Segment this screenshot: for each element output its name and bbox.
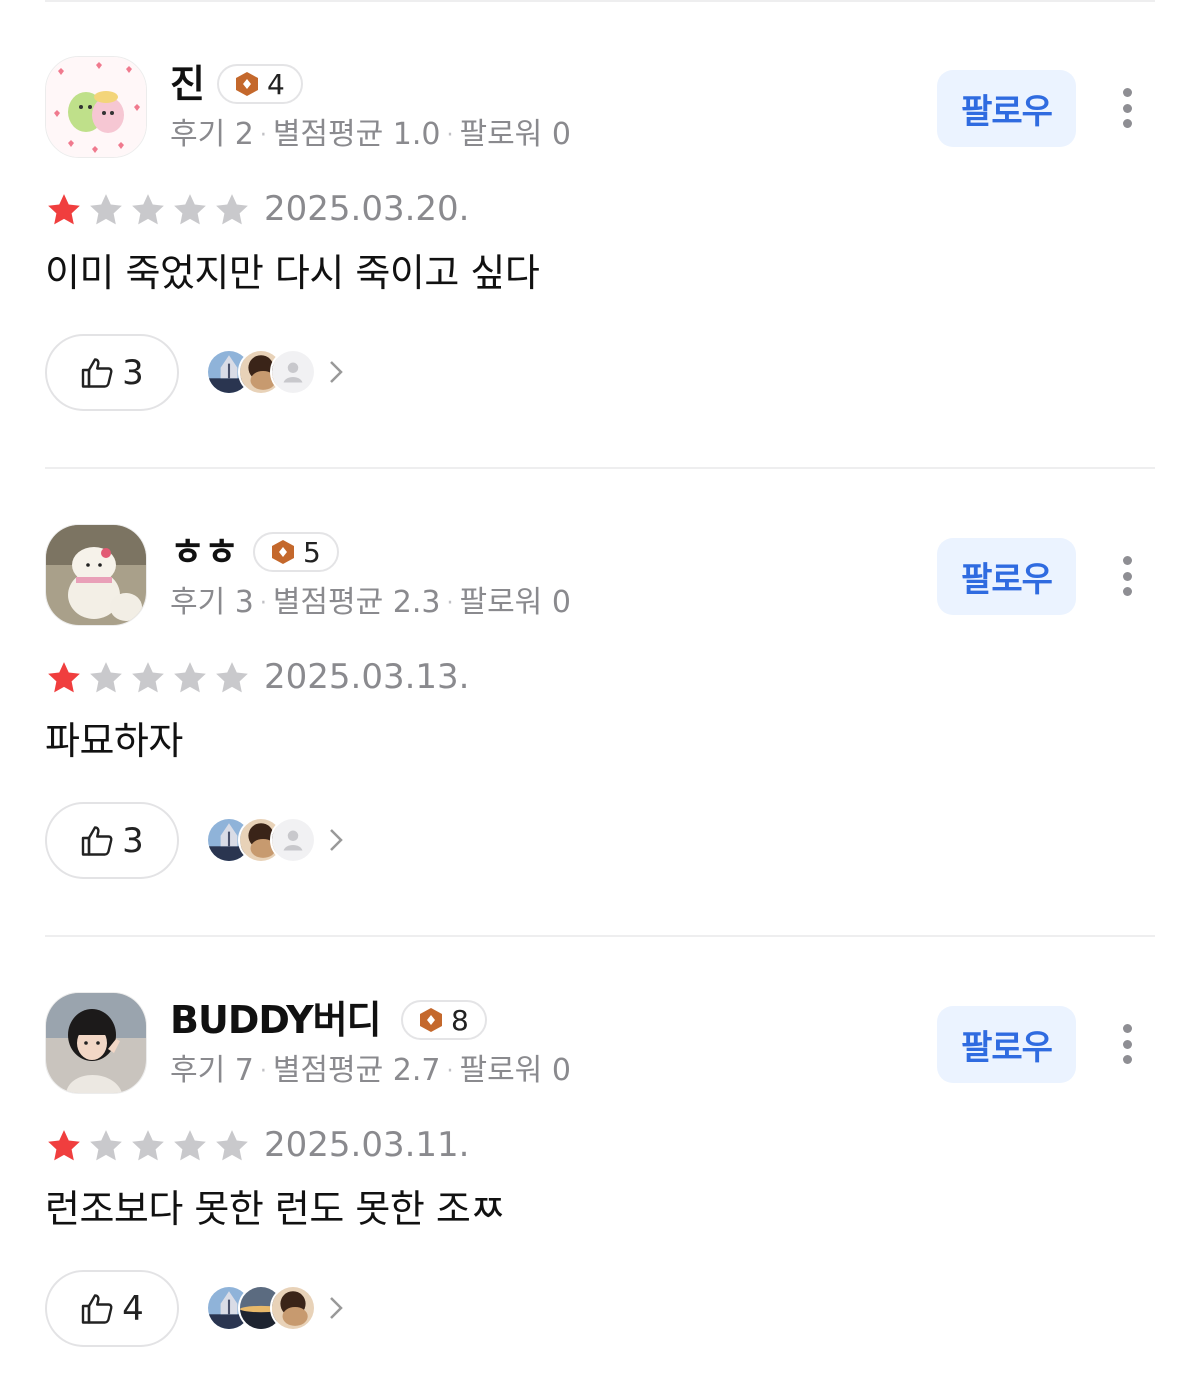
- star-filled-icon: [48, 1130, 80, 1161]
- star-empty-icon: [216, 1130, 248, 1161]
- level-badge: 8: [401, 1000, 487, 1040]
- more-options-icon[interactable]: [1110, 82, 1144, 134]
- star-filled-icon: [48, 662, 80, 693]
- avatar[interactable]: [45, 56, 147, 158]
- star-empty-icon: [90, 1130, 122, 1161]
- liker-avatar: [270, 349, 316, 395]
- level-icon: [420, 1008, 442, 1032]
- chevron-right-icon: [330, 829, 343, 851]
- review-date: 2025.03.20.: [264, 189, 470, 229]
- star-rating: [45, 191, 251, 229]
- liker-avatars[interactable]: [206, 817, 346, 863]
- level-value: 5: [303, 535, 321, 569]
- level-badge: 4: [217, 64, 303, 104]
- star-rating: [45, 1127, 251, 1165]
- level-value: 4: [267, 67, 285, 101]
- like-count: 4: [122, 1288, 144, 1329]
- avatar[interactable]: [45, 524, 147, 626]
- more-options-icon[interactable]: [1110, 550, 1144, 602]
- star-empty-icon: [132, 1130, 164, 1161]
- level-badge: 5: [253, 532, 339, 572]
- level-icon: [272, 540, 294, 564]
- star-empty-icon: [216, 194, 248, 225]
- star-empty-icon: [174, 662, 206, 693]
- star-empty-icon: [174, 194, 206, 225]
- liker-avatars[interactable]: [206, 349, 346, 395]
- avatar[interactable]: [45, 992, 147, 1094]
- star-rating: [45, 659, 251, 697]
- star-empty-icon: [132, 662, 164, 693]
- review-count: 후기 7: [170, 1053, 254, 1088]
- review-item: BUDDY버디 8 후기 7 · 별점평균 2.7 · 팔로워 0 팔로우 2025.0…: [0, 936, 1200, 1356]
- follow-button[interactable]: 팔로우: [937, 70, 1076, 147]
- reviewer-meta: 후기 7 · 별점평균 2.7 · 팔로워 0: [170, 1053, 571, 1088]
- review-count: 후기 3: [170, 585, 254, 620]
- liker-avatars[interactable]: [206, 1285, 346, 1331]
- star-empty-icon: [90, 194, 122, 225]
- rating-average: 별점평균 1.0: [272, 117, 441, 152]
- follow-button[interactable]: 팔로우: [937, 1006, 1076, 1083]
- review-text: 런조보다 못한 런도 못한 조ㅉ: [45, 1187, 505, 1231]
- star-empty-icon: [132, 194, 164, 225]
- chevron-right-icon: [330, 1297, 343, 1319]
- review-text: 이미 죽었지만 다시 죽이고 싶다: [45, 251, 540, 295]
- like-button[interactable]: 3: [45, 802, 179, 879]
- review-item: 진 4 후기 2 · 별점평균 1.0 · 팔로워 0 팔로우 2025.03.20. …: [0, 0, 1200, 420]
- review-text: 파묘하자: [45, 719, 183, 763]
- like-button[interactable]: 4: [45, 1270, 179, 1347]
- liker-avatar: [270, 817, 316, 863]
- thumbs-up-icon: [81, 357, 113, 388]
- star-empty-icon: [216, 662, 248, 693]
- star-filled-icon: [48, 194, 80, 225]
- level-icon: [236, 72, 258, 96]
- star-empty-icon: [174, 1130, 206, 1161]
- chevron-right-icon: [330, 361, 343, 383]
- reviewer-meta: 후기 2 · 별점평균 1.0 · 팔로워 0: [170, 117, 571, 152]
- review-item: ㅎㅎ 5 후기 3 · 별점평균 2.3 · 팔로워 0 팔로우 2025.03.13.…: [0, 468, 1200, 888]
- like-count: 3: [122, 820, 144, 861]
- like-button[interactable]: 3: [45, 334, 179, 411]
- rating-average: 별점평균 2.3: [272, 585, 441, 620]
- review-count: 후기 2: [170, 117, 254, 152]
- star-empty-icon: [90, 662, 122, 693]
- more-options-icon[interactable]: [1110, 1018, 1144, 1070]
- follower-count: 팔로워 0: [459, 1053, 571, 1088]
- follow-button[interactable]: 팔로우: [937, 538, 1076, 615]
- like-count: 3: [122, 352, 144, 393]
- follower-count: 팔로워 0: [459, 585, 571, 620]
- reviewer-name[interactable]: ㅎㅎ: [170, 528, 239, 576]
- thumbs-up-icon: [81, 825, 113, 856]
- reviewer-meta: 후기 3 · 별점평균 2.3 · 팔로워 0: [170, 585, 571, 620]
- thumbs-up-icon: [81, 1293, 113, 1324]
- level-value: 8: [451, 1003, 469, 1037]
- review-date: 2025.03.11.: [264, 1125, 470, 1165]
- review-date: 2025.03.13.: [264, 657, 470, 697]
- liker-avatar: [270, 1285, 316, 1331]
- reviewer-name[interactable]: BUDDY버디: [170, 996, 382, 1044]
- follower-count: 팔로워 0: [459, 117, 571, 152]
- reviewer-name[interactable]: 진: [170, 60, 205, 108]
- rating-average: 별점평균 2.7: [272, 1053, 441, 1088]
